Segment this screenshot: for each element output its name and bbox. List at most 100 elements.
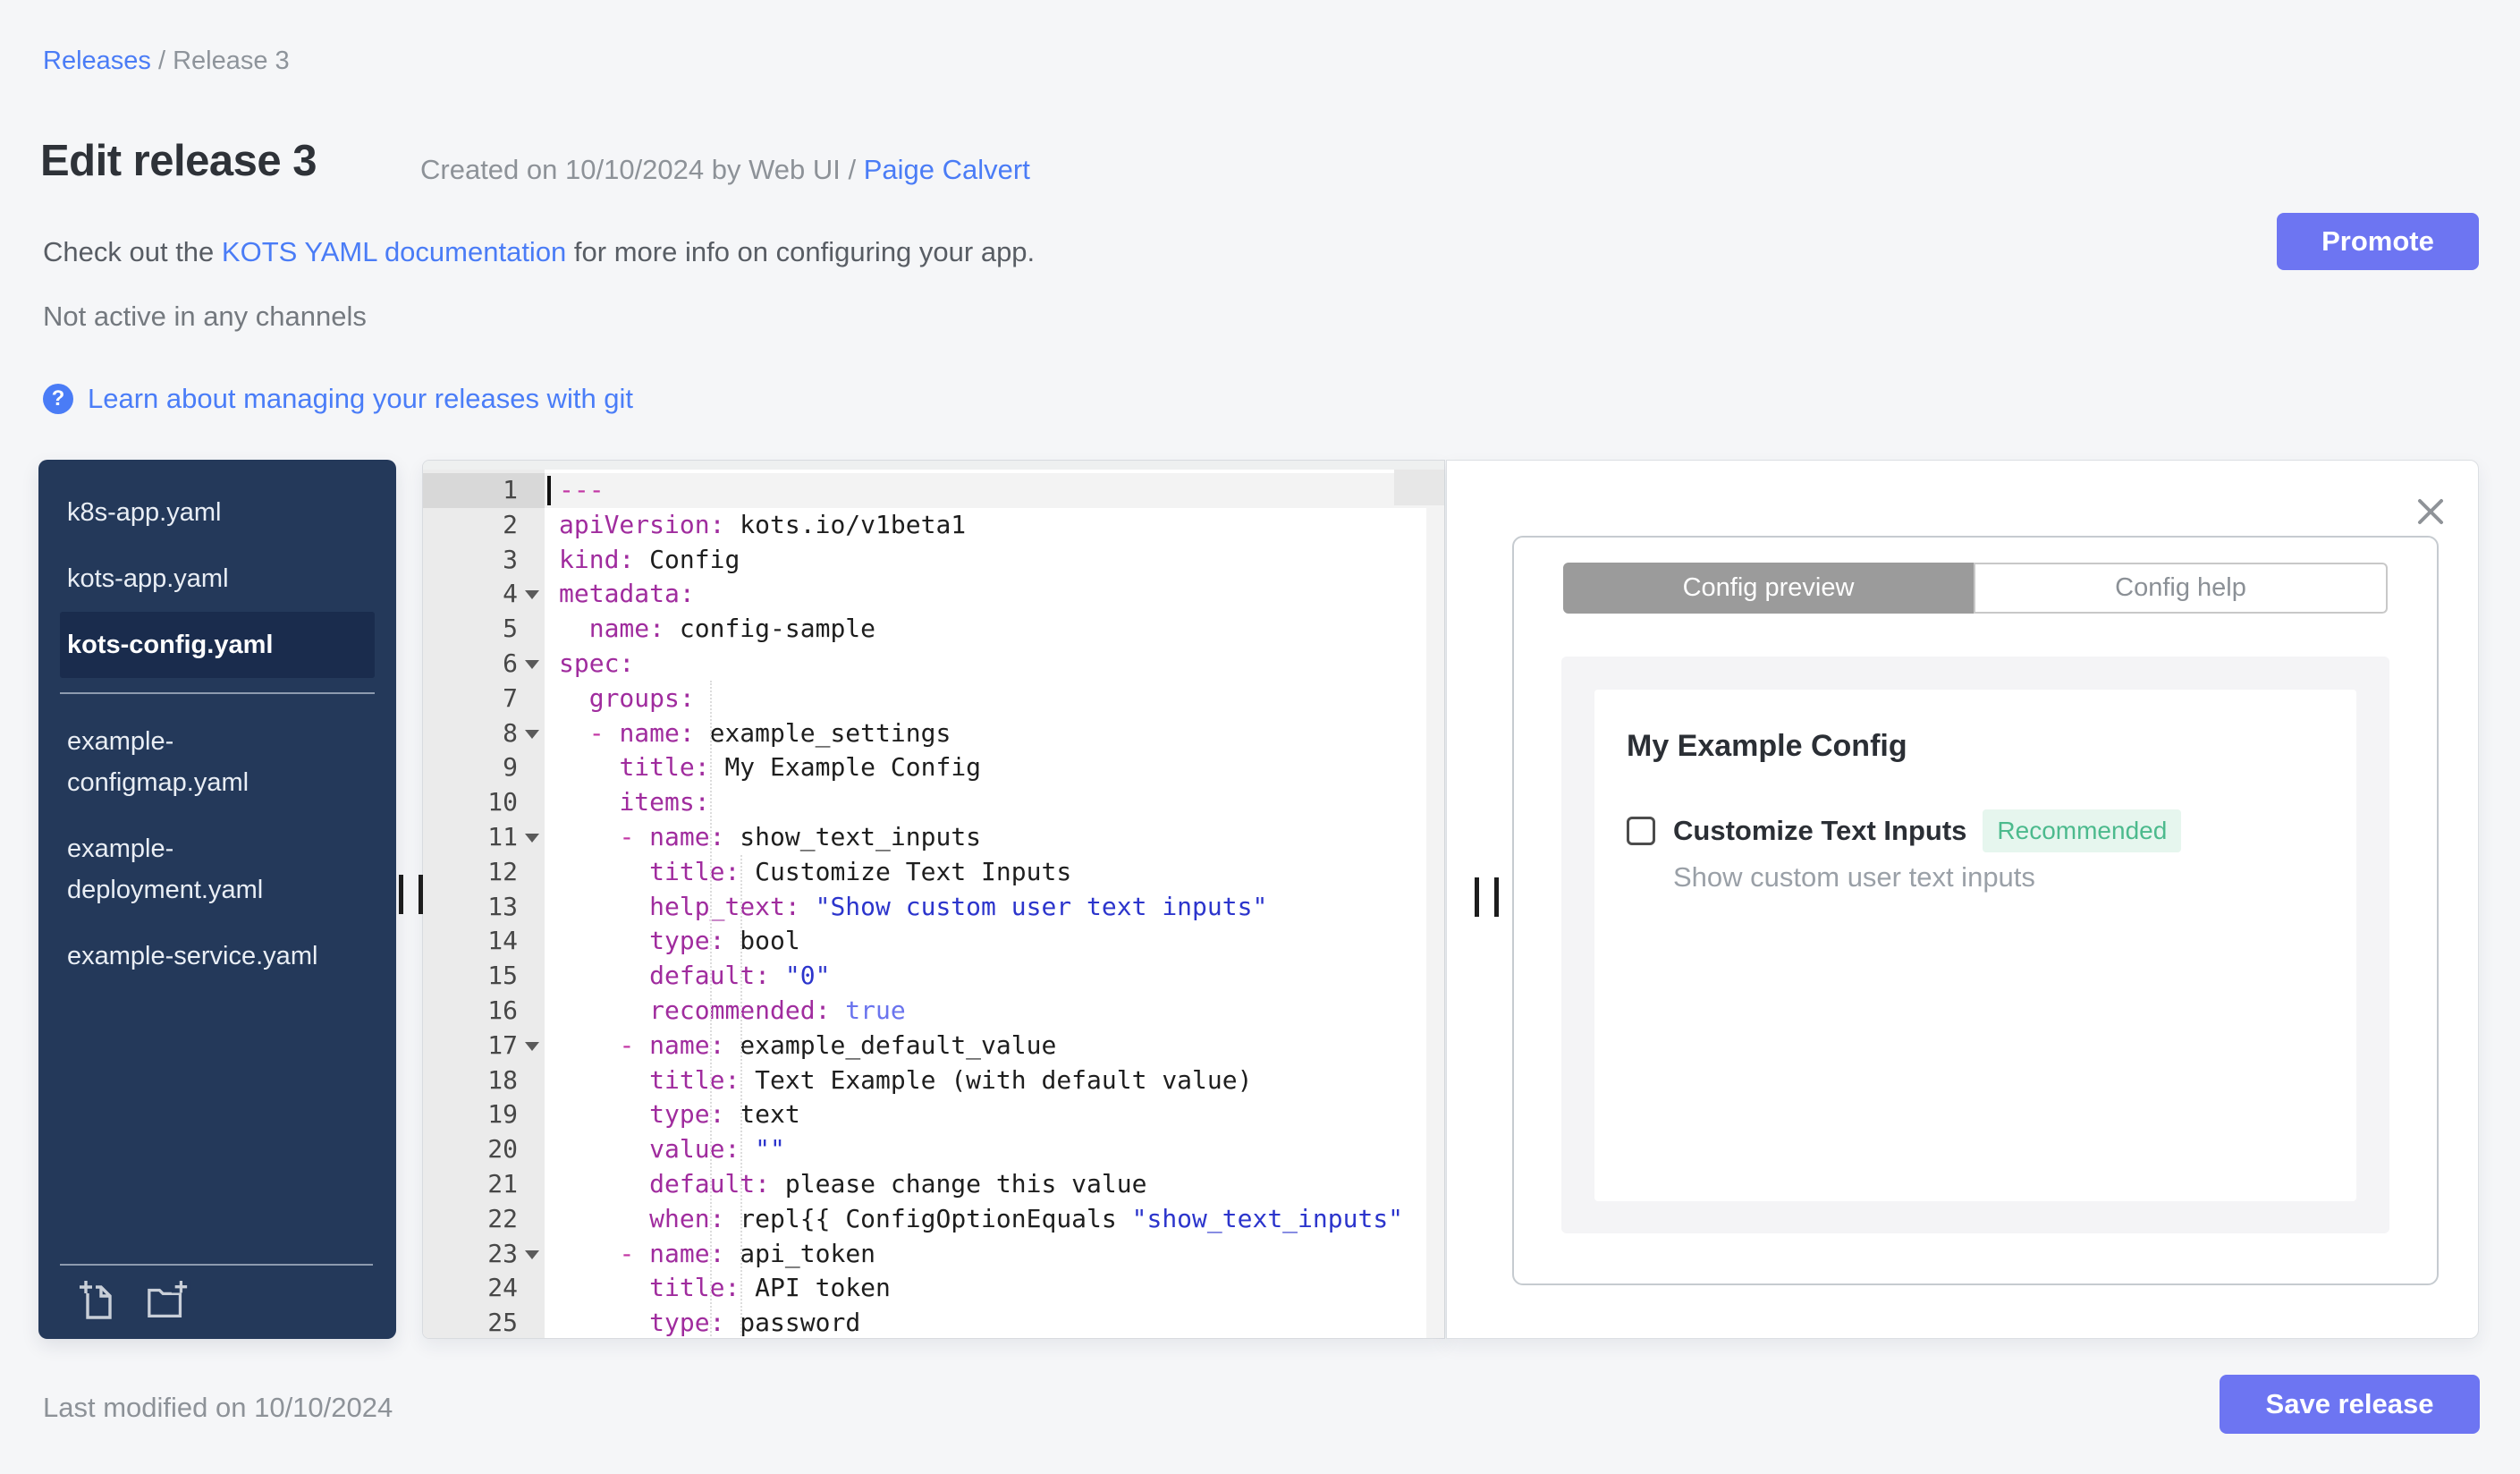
git-releases-link[interactable]: Learn about managing your releases with … — [88, 383, 633, 415]
code-line: default: please change this value — [649, 1169, 1147, 1199]
code-line: title: Text Example (with default value) — [649, 1064, 1253, 1095]
editor-scrollbar-track[interactable] — [1426, 470, 1444, 1338]
tab-config-help[interactable]: Config help — [1974, 563, 2388, 614]
page-title: Edit release 3 — [40, 137, 317, 185]
save-release-button[interactable]: Save release — [2220, 1375, 2480, 1434]
gutter-line-number[interactable]: 20 — [423, 1132, 545, 1167]
gutter-line-number[interactable]: 24 — [423, 1271, 545, 1306]
gutter-line-number[interactable]: 11 — [423, 820, 545, 855]
author-link[interactable]: Paige Calvert — [864, 154, 1030, 185]
fold-arrow-icon[interactable] — [525, 729, 539, 739]
breadcrumb: Releases / Release 3 — [43, 47, 290, 76]
text-cursor — [547, 476, 551, 505]
gutter-line-number[interactable]: 25 — [423, 1306, 545, 1338]
gutter-line-number[interactable]: 17 — [423, 1029, 545, 1063]
gutter-line-number[interactable]: 14 — [423, 924, 545, 959]
gutter-line-number[interactable]: 13 — [423, 890, 545, 925]
file-list-divider — [60, 692, 375, 694]
gutter-line-number[interactable]: 22 — [423, 1202, 545, 1237]
gutter-line-number[interactable]: 2 — [423, 508, 545, 543]
kots-docs-link[interactable]: KOTS YAML documentation — [222, 236, 566, 267]
git-help-line: ? Learn about managing your releases wit… — [43, 383, 633, 415]
preview-card: Config preview Config help My Example Co… — [1512, 536, 2439, 1285]
created-text: Created on 10/10/2024 by Web UI / — [420, 154, 864, 185]
code-line: recommended: true — [649, 995, 906, 1025]
promote-button[interactable]: Promote — [2277, 213, 2479, 270]
code-line: metadata: — [559, 579, 695, 609]
code-line: default: "0" — [649, 961, 831, 991]
breadcrumb-separator: / — [150, 47, 173, 75]
gutter-line-number[interactable]: 3 — [423, 543, 545, 578]
last-modified-text: Last modified on 10/10/2024 — [43, 1392, 393, 1423]
config-preview-panel: Config preview Config help My Example Co… — [1446, 460, 2479, 1339]
created-info: Created on 10/10/2024 by Web UI / Paige … — [420, 154, 1030, 186]
config-item-row: Customize Text Inputs Recommended — [1627, 809, 2182, 852]
gutter-line-number[interactable]: 16 — [423, 994, 545, 1029]
file-item-example-deployment.yaml[interactable]: example-deployment.yaml — [60, 816, 375, 923]
docs-suffix: for more info on configuring your app. — [566, 236, 1036, 267]
gutter-line-number[interactable]: 15 — [423, 959, 545, 994]
fold-arrow-icon[interactable] — [525, 590, 539, 600]
code-line: title: API token — [649, 1273, 891, 1303]
recommended-badge: Recommended — [1983, 809, 2182, 852]
fold-arrow-icon[interactable] — [525, 1250, 539, 1259]
channel-status: Not active in any channels — [43, 301, 367, 332]
file-item-kots-app.yaml[interactable]: kots-app.yaml — [60, 546, 375, 612]
editor-gutter: 1 2 3 4 5 6 7 8 9 10 11 12 13 14 15 16 17 18 19 20 21 22 23 24 2… — [423, 461, 545, 1338]
file-list: k8s-app.yaml kots-app.yaml kots-config.yam… — [38, 479, 396, 989]
fold-arrow-icon[interactable] — [525, 1041, 539, 1051]
code-line: - name: example_default_value — [619, 1029, 1057, 1060]
file-item-k8s-app.yaml[interactable]: k8s-app.yaml — [60, 479, 375, 546]
new-folder-icon[interactable] — [146, 1280, 190, 1323]
gutter-line-number[interactable]: 1 — [423, 473, 545, 508]
question-icon: ? — [43, 384, 73, 414]
code-line: --- — [545, 473, 1444, 508]
close-icon[interactable] — [2414, 495, 2448, 529]
code-line: - name: show_text_inputs — [619, 822, 982, 851]
gutter-line-number[interactable]: 23 — [423, 1237, 545, 1272]
gutter-line-number[interactable]: 7 — [423, 682, 545, 716]
docs-line: Check out the KOTS YAML documentation fo… — [43, 236, 1035, 268]
config-checkbox[interactable] — [1627, 817, 1655, 845]
file-item-example-service.yaml[interactable]: example-service.yaml — [60, 923, 375, 989]
gutter-line-number[interactable]: 10 — [423, 785, 545, 820]
preview-resize-handle[interactable] — [1473, 877, 1516, 917]
tab-config-preview[interactable]: Config preview — [1563, 563, 1974, 614]
docs-prefix: Check out the — [43, 236, 222, 267]
editor-scrollbar-thumb[interactable] — [1394, 470, 1444, 505]
indent-guide — [710, 681, 712, 1338]
file-sidebar: k8s-app.yaml kots-app.yaml kots-config.yam… — [38, 460, 396, 1339]
code-line: groups: — [588, 682, 695, 713]
code-line: spec: — [559, 648, 635, 678]
code-line: items: — [619, 787, 710, 817]
gutter-line-number[interactable]: 5 — [423, 612, 545, 647]
code-line: help_text: "Show custom user text inputs… — [649, 891, 1268, 921]
file-item-kots-config.yaml[interactable]: kots-config.yaml — [60, 612, 375, 678]
gutter-line-number[interactable]: 8 — [423, 716, 545, 751]
new-file-icon[interactable] — [76, 1280, 121, 1323]
config-form: My Example Config Customize Text Inputs … — [1594, 690, 2356, 1201]
yaml-editor[interactable]: 1 2 3 4 5 6 7 8 9 10 11 12 13 14 15 16 17 18 19 20 21 22 23 24 2… — [422, 460, 1445, 1339]
fold-arrow-icon[interactable] — [525, 834, 539, 843]
fold-arrow-icon[interactable] — [525, 660, 539, 669]
gutter-line-number[interactable]: 18 — [423, 1063, 545, 1098]
gutter-line-number[interactable]: 21 — [423, 1167, 545, 1202]
code-line: kind: Config — [559, 544, 740, 574]
release-editor-page: Releases / Release 3 Edit release 3 Crea… — [0, 0, 2520, 1474]
code-line: type: text — [649, 1099, 800, 1130]
gutter-line-number[interactable]: 9 — [423, 750, 545, 785]
gutter-line-number[interactable]: 19 — [423, 1097, 545, 1132]
gutter-line-number[interactable]: 6 — [423, 647, 545, 682]
config-help-text: Show custom user text inputs — [1673, 861, 2035, 893]
sidebar-footer — [60, 1264, 373, 1323]
breadcrumb-current: Release 3 — [173, 47, 290, 75]
gutter-line-number[interactable]: 12 — [423, 855, 545, 890]
preview-body: My Example Config Customize Text Inputs … — [1561, 657, 2389, 1233]
code-line: name: config-sample — [588, 614, 876, 644]
sidebar-resize-handle[interactable] — [397, 875, 440, 914]
breadcrumb-releases-link[interactable]: Releases — [43, 47, 151, 75]
file-item-example-configmap.yaml[interactable]: example-configmap.yaml — [60, 708, 375, 816]
config-item-label: Customize Text Inputs — [1673, 815, 1967, 846]
gutter-line-number[interactable]: 4 — [423, 577, 545, 612]
code-line: when: repl{{ ConfigOptionEquals "show_te… — [649, 1203, 1404, 1233]
